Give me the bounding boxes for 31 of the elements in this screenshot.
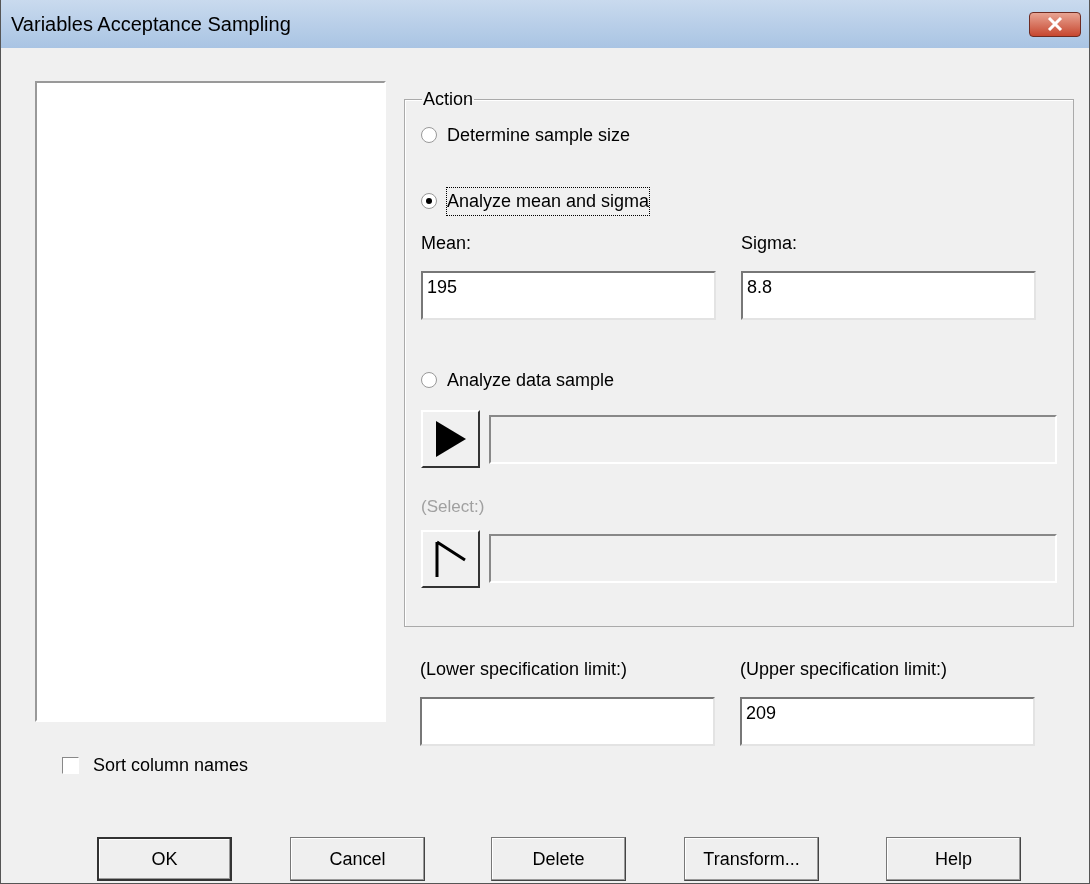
input-field[interactable]: 8.8 — [741, 271, 1036, 320]
input-field[interactable] — [420, 697, 715, 746]
dialog-button[interactable]: Help — [886, 837, 1021, 881]
radio-button[interactable] — [421, 127, 437, 143]
window-title: Variables Acceptance Sampling — [11, 12, 291, 37]
field-label: (Select:) — [421, 496, 486, 518]
radio-button[interactable] — [421, 372, 437, 388]
group-label: Action — [422, 90, 475, 108]
radio-label[interactable]: Analyze data sample — [447, 366, 615, 394]
radio-label[interactable]: Analyze mean and sigma — [447, 187, 650, 215]
field-label: (Lower specification limit:) — [420, 658, 629, 681]
close-icon — [1047, 17, 1063, 31]
radio-label[interactable]: Determine sample size — [447, 121, 631, 149]
checkbox-label[interactable]: Sort column names — [93, 752, 249, 779]
dialog-button[interactable]: Cancel — [290, 837, 425, 881]
field-label: (Upper specification limit:) — [740, 658, 949, 681]
field-label: Sigma: — [741, 232, 799, 255]
variable-field[interactable] — [489, 414, 1057, 464]
field-label: Mean: — [421, 232, 473, 255]
dialog-button[interactable]: Delete — [491, 837, 626, 881]
dialog-button[interactable]: OK — [97, 837, 232, 881]
select-arrow-button[interactable] — [421, 410, 480, 468]
close-button[interactable] — [1029, 11, 1081, 37]
radio-button[interactable] — [421, 193, 437, 209]
variable-field[interactable] — [489, 534, 1057, 583]
triangle-icon — [433, 419, 468, 459]
checkbox[interactable] — [62, 757, 79, 774]
input-field[interactable]: 195 — [421, 271, 716, 320]
dialog-button[interactable]: Transform... — [684, 837, 819, 881]
triangle-outline-icon — [433, 538, 468, 579]
input-field[interactable]: 209 — [740, 697, 1035, 746]
